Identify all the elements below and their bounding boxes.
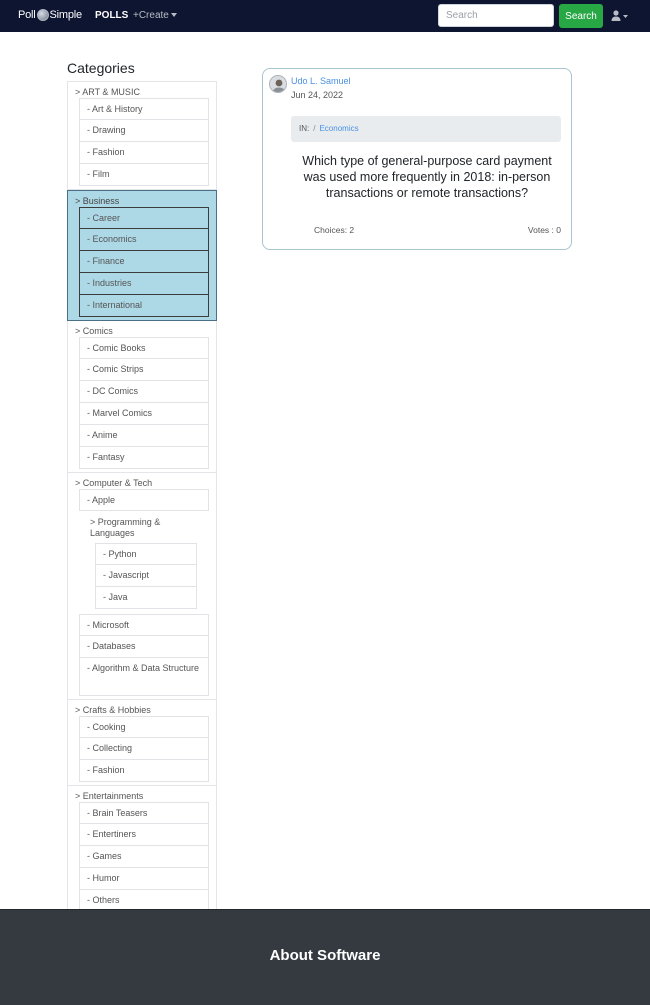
subcategory-item[interactable]: - DC Comics xyxy=(79,381,209,403)
search-button[interactable]: Search xyxy=(559,4,603,28)
subcategory-item[interactable]: - Anime xyxy=(79,425,209,447)
footer: About Software xyxy=(0,909,650,1005)
subcategory-item[interactable]: - Python xyxy=(95,543,197,565)
subcategory-item[interactable]: - International xyxy=(79,295,209,317)
category-group-entertainments: > Entertainments - Brain Teasers - Enter… xyxy=(67,786,217,916)
author-link[interactable]: Udo L. Samuel xyxy=(291,76,351,86)
user-avatar-icon xyxy=(270,76,286,92)
footer-title: About Software xyxy=(269,947,381,964)
chevron-down-icon xyxy=(170,13,177,18)
top-navbar: Poll Simple POLLS +Create Search xyxy=(0,0,650,32)
subcategory-item[interactable]: - Brain Teasers xyxy=(79,802,209,824)
subcategory-item[interactable]: - Fashion xyxy=(79,760,209,782)
avatar[interactable] xyxy=(269,75,287,93)
poll-card[interactable]: Udo L. Samuel Jun 24, 2022 IN: / Economics… xyxy=(262,68,572,250)
subcategory-item[interactable]: - Cooking xyxy=(79,716,209,738)
subcategory-item[interactable]: - Apple xyxy=(79,489,209,511)
category-group-comics: > Comics - Comic Books - Comic Strips - … xyxy=(67,321,217,473)
subcategory-item[interactable]: - Art & History xyxy=(79,98,209,120)
brand-text-left: Poll xyxy=(18,9,36,21)
subcategory-item[interactable]: - Marvel Comics xyxy=(79,403,209,425)
breadcrumb-category-link[interactable]: Economics xyxy=(319,124,358,133)
poll-date: Jun 24, 2022 xyxy=(291,90,344,100)
poll-choices-count: Choices: 2 xyxy=(314,225,355,235)
category-group-computer-tech: > Computer & Tech - Apple > Programming … xyxy=(67,473,217,700)
category-label[interactable]: > ART & MUSIC xyxy=(75,86,209,98)
nav-create-dropdown[interactable]: +Create xyxy=(133,10,177,21)
subcategory-item[interactable]: - Databases xyxy=(79,636,209,658)
subcategory-item[interactable]: - Entertiners xyxy=(79,824,209,846)
subcategory-item[interactable]: - Collecting xyxy=(79,738,209,760)
categories-sidebar: > ART & MUSIC - Art & History - Drawing … xyxy=(67,81,217,916)
subcategory-item[interactable]: - Humor xyxy=(79,868,209,890)
breadcrumb-separator: / xyxy=(313,124,316,133)
poll-logo-icon xyxy=(36,9,49,21)
subcategory-item[interactable]: - Comic Strips xyxy=(79,359,209,381)
subcategory-item[interactable]: - Fashion xyxy=(79,142,209,164)
brand-text-right: Simple xyxy=(49,9,83,21)
user-menu-dropdown[interactable] xyxy=(611,10,631,22)
subcategory-item[interactable]: - Games xyxy=(79,846,209,868)
category-group-crafts-hobbies: > Crafts & Hobbies - Cooking - Collectin… xyxy=(67,700,217,786)
poll-question[interactable]: Which type of general-purpose card payme… xyxy=(291,153,563,201)
subcategory-item[interactable]: - Economics xyxy=(79,229,209,251)
search-input[interactable] xyxy=(438,4,554,27)
brand-logo-link[interactable]: Poll Simple xyxy=(18,9,82,21)
poll-votes-count: Votes : 0 xyxy=(527,225,561,235)
category-label[interactable]: > Business xyxy=(75,195,209,207)
subcategory-item[interactable]: - Algorithm & Data Structure xyxy=(79,658,209,696)
subcategory-item[interactable]: - Java xyxy=(95,587,197,609)
category-group-business: > Business - Career - Economics - Financ… xyxy=(67,190,217,321)
subcategory-item[interactable]: - Film xyxy=(79,164,209,186)
subcategory-item[interactable]: - Career xyxy=(79,207,209,229)
nested-category-label[interactable]: > Programming & Languages xyxy=(75,511,197,543)
categories-title: Categories xyxy=(67,60,135,76)
subcategory-item[interactable]: - Comic Books xyxy=(79,337,209,359)
breadcrumb-prefix: IN: xyxy=(299,124,310,133)
user-icon xyxy=(611,10,628,21)
breadcrumb: IN: / Economics xyxy=(291,116,561,142)
subcategory-item[interactable]: - Drawing xyxy=(79,120,209,142)
subcategory-item[interactable]: - Microsoft xyxy=(79,614,209,636)
subcategory-item[interactable]: - Javascript xyxy=(95,565,197,587)
nav-create-label: +Create xyxy=(133,10,169,21)
category-label[interactable]: > Comics xyxy=(75,325,209,337)
subcategory-item[interactable]: - Fantasy xyxy=(79,447,209,469)
category-label[interactable]: > Computer & Tech xyxy=(75,477,209,489)
nav-polls-link[interactable]: POLLS xyxy=(95,10,128,21)
category-label[interactable]: > Entertainments xyxy=(75,790,209,802)
category-label[interactable]: > Crafts & Hobbies xyxy=(75,704,209,716)
category-group-art-music: > ART & MUSIC - Art & History - Drawing … xyxy=(67,81,217,190)
subcategory-item[interactable]: - Finance xyxy=(79,251,209,273)
subcategory-item[interactable]: - Industries xyxy=(79,273,209,295)
